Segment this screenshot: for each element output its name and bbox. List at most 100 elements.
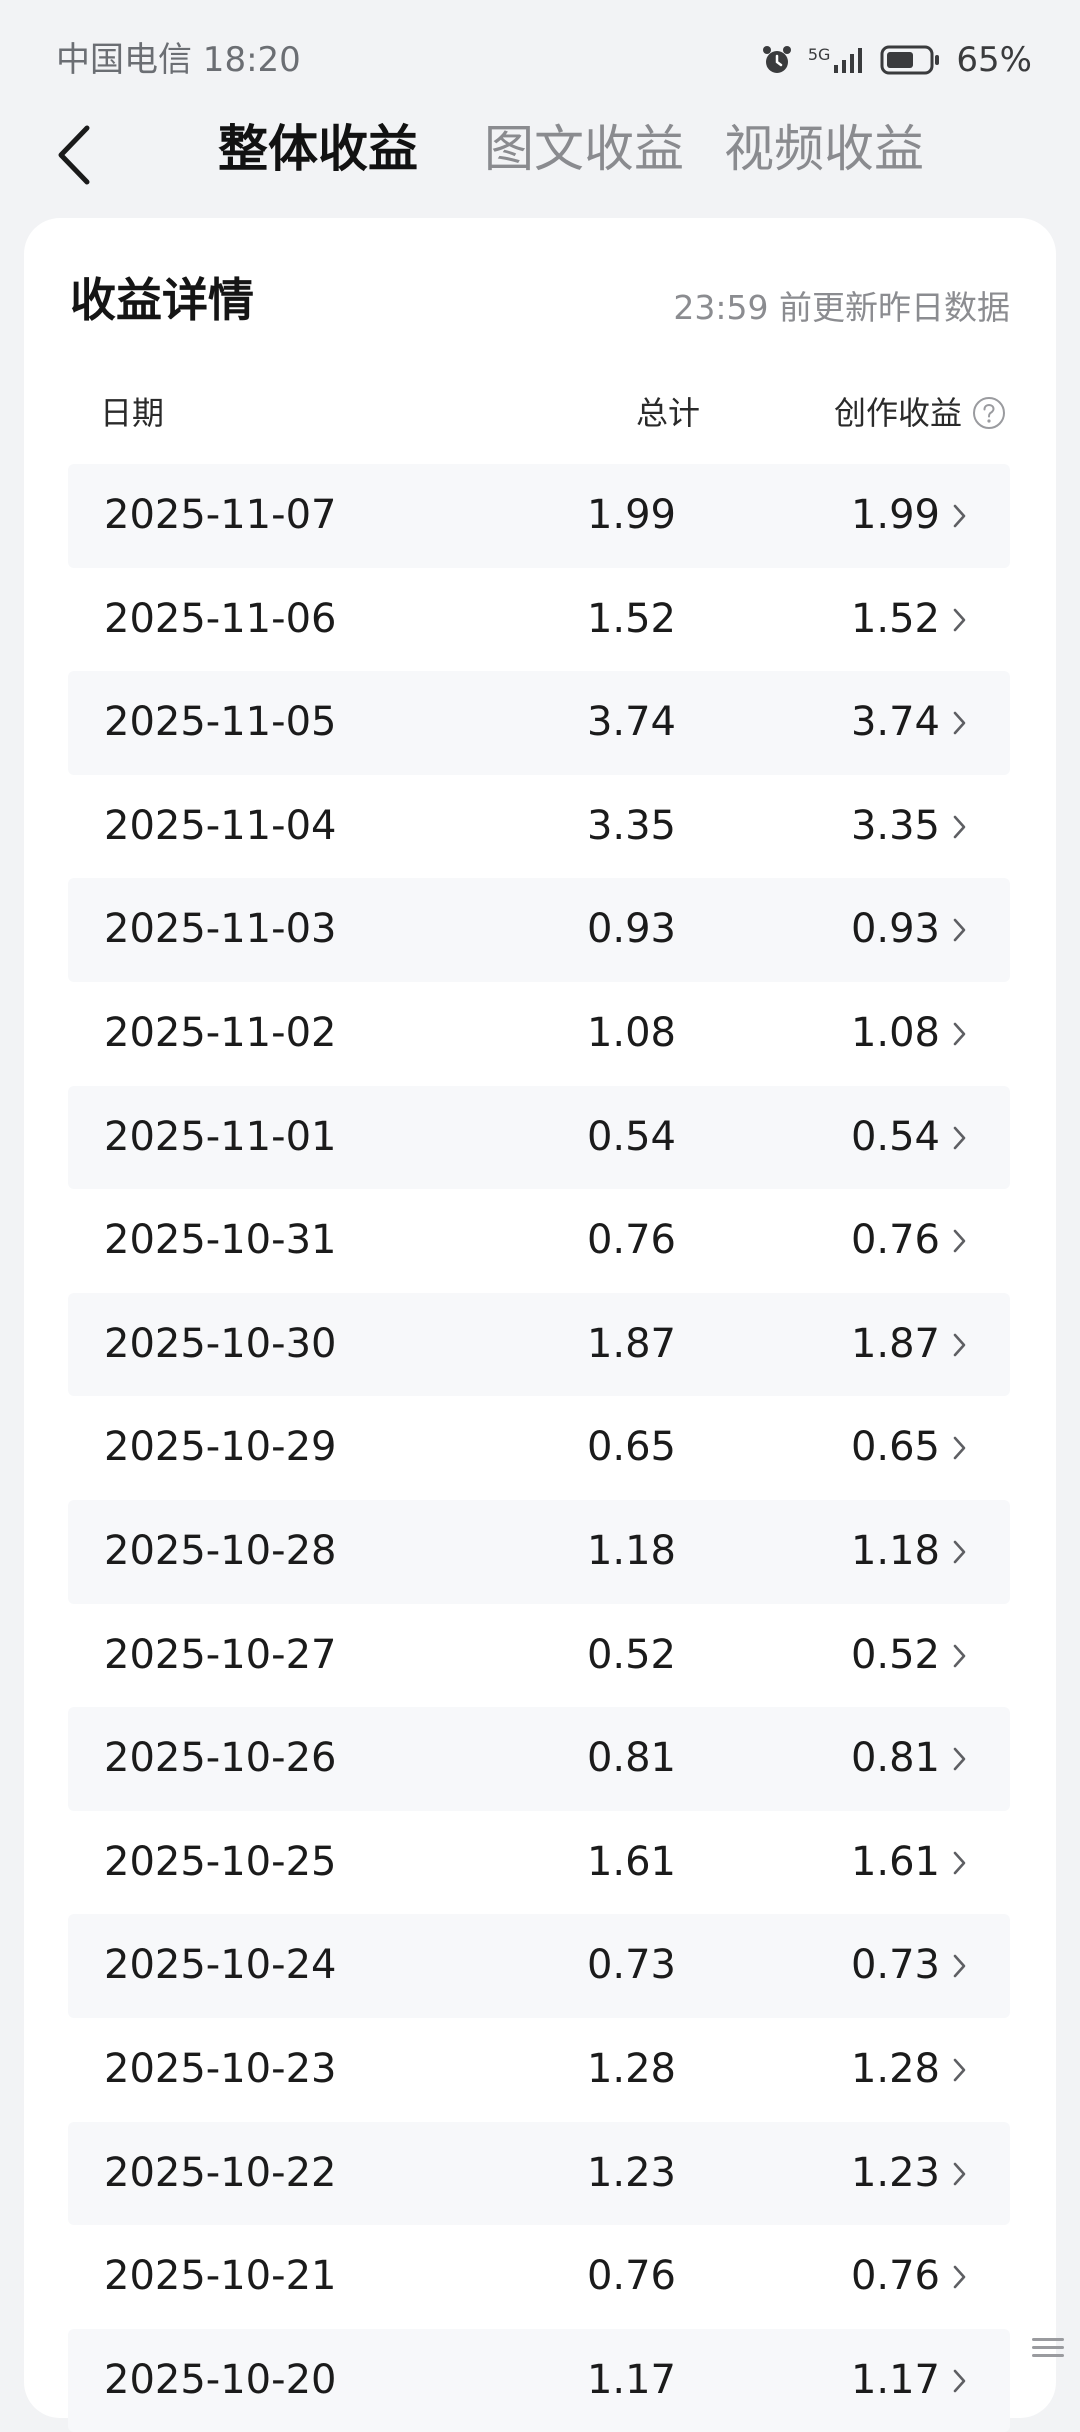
row-creation-earnings: 1.17 [850,2356,940,2403]
row-date: 2025-11-04 [104,802,337,849]
alarm-icon [760,43,794,77]
table-row[interactable]: 2025-11-03 0.93 0.93 [68,878,1010,982]
row-date: 2025-10-22 [104,2149,337,2196]
row-date: 2025-10-31 [104,1217,337,1264]
row-total: 0.93 [586,906,676,953]
column-header-creation: 创作收益 [834,388,1006,438]
table-row[interactable]: 2025-10-23 1.28 1.28 [68,2018,1010,2122]
update-note: 23:59 前更新昨日数据 [673,288,1010,327]
back-button[interactable] [38,120,108,190]
chevron-right-icon [953,504,966,528]
table-row[interactable]: 2025-10-22 1.23 1.23 [68,2121,1010,2226]
row-date: 2025-10-29 [104,1424,337,1471]
table-row[interactable]: 2025-11-02 1.08 1.08 [68,982,1010,1086]
row-creation-earnings: 1.18 [850,1527,940,1574]
table-row[interactable]: 2025-10-20 1.17 1.17 [68,2328,1010,2432]
row-total: 1.99 [586,492,676,538]
row-total: 0.81 [586,1735,676,1782]
table-row[interactable]: 2025-10-29 0.65 0.65 [68,1396,1010,1500]
table-row[interactable]: 2025-10-26 0.81 0.81 [68,1707,1010,1811]
header: 整体收益 图文收益 视频收益 [0,100,1080,210]
row-date: 2025-10-27 [104,1631,337,1678]
back-arrow-icon [58,125,90,185]
row-total: 0.54 [586,1113,676,1160]
table-row[interactable]: 2025-11-06 1.52 1.52 [68,568,1010,672]
row-creation-earnings: 0.76 [850,2253,940,2300]
column-header-date: 日期 [100,394,165,432]
row-total: 1.08 [586,1009,676,1056]
row-date: 2025-10-30 [104,1320,337,1367]
chevron-right-icon [953,1851,966,1875]
row-creation-earnings: 1.28 [850,2045,940,2092]
row-total: 0.76 [586,1217,676,1264]
row-total: 1.61 [586,1838,676,1885]
row-total: 1.52 [586,595,676,642]
battery-percent: 65% [956,40,1032,80]
row-date: 2025-10-28 [104,1527,337,1574]
column-header-creation-label: 创作收益 [833,394,962,432]
earnings-card: 收益详情 23:59 前更新昨日数据 日期 总计 创作收益 2025-11-07… [24,218,1056,2432]
table-row[interactable]: 2025-10-25 1.61 1.61 [68,1811,1010,1915]
row-creation-earnings: 0.73 [850,1942,940,1989]
row-creation-earnings: 1.08 [850,1009,940,1056]
row-creation-earnings: 0.81 [850,1735,940,1782]
table-row[interactable]: 2025-10-31 0.76 0.76 [68,1189,1010,1293]
network-type: 5G [807,45,831,64]
chevron-right-icon [953,1333,966,1357]
row-date: 2025-11-01 [104,1113,337,1160]
table-row[interactable]: 2025-10-30 1.87 1.87 [68,1292,1010,1397]
chevron-right-icon [953,1229,966,1253]
row-date: 2025-10-25 [104,1838,337,1885]
row-total: 1.17 [586,2356,676,2403]
chevron-right-icon [953,815,966,839]
chevron-right-icon [953,608,966,631]
table-row[interactable]: 2025-10-24 0.73 0.73 [68,1914,1010,2018]
table-row[interactable]: 2025-11-01 0.54 0.54 [68,1085,1010,1190]
chevron-right-icon [953,1126,966,1149]
chevron-right-icon [953,2058,966,2082]
row-date: 2025-10-26 [104,1735,337,1782]
row-date: 2025-10-23 [104,2045,337,2092]
chevron-right-icon [953,2162,966,2185]
table-row[interactable]: 2025-11-05 3.74 3.74 [68,671,1010,775]
chevron-right-icon [953,2369,966,2392]
chevron-right-icon [953,1437,966,1460]
row-creation-earnings: 1.52 [850,595,940,642]
row-creation-earnings: 1.61 [850,1838,940,1885]
table-row[interactable]: 2025-11-04 3.35 3.35 [68,775,1010,879]
help-icon[interactable] [972,396,1006,430]
table-row[interactable]: 2025-10-28 1.18 1.18 [68,1499,1010,1604]
tab-overall-earnings[interactable]: 整体收益 [218,114,418,184]
chevron-right-icon [953,919,966,942]
row-date: 2025-10-20 [104,2356,337,2403]
row-total: 3.74 [586,699,676,746]
row-creation-earnings: 0.93 [850,906,940,953]
row-total: 1.28 [586,2045,676,2092]
table-row[interactable]: 2025-10-27 0.52 0.52 [68,1604,1010,1708]
chevron-right-icon [953,1955,966,1978]
battery-icon [880,44,942,76]
chevron-right-icon [953,1022,966,1046]
row-creation-earnings: 0.76 [850,1217,940,1264]
tab-video-earnings[interactable]: 视频收益 [724,114,924,184]
row-date: 2025-10-21 [104,2253,337,2300]
signal-icon: 5G [808,45,867,75]
row-total: 0.65 [586,1424,676,1471]
column-header-total: 总计 [635,394,700,432]
row-total: 1.87 [586,1320,676,1367]
scroll-handle-icon[interactable] [1030,2336,1066,2360]
row-total: 3.35 [586,802,676,849]
row-total: 0.73 [586,1942,676,1989]
table-row[interactable]: 2025-11-07 1.99 1.99 [68,464,1010,568]
table-row[interactable]: 2025-10-21 0.76 0.76 [68,2225,1010,2329]
earnings-table: 2025-11-07 1.99 1.99 2025-11-06 1.52 1.52 2025… [68,464,1010,2432]
row-date: 2025-11-03 [104,906,337,953]
row-total: 1.23 [586,2149,676,2196]
row-creation-earnings: 1.87 [850,1320,940,1367]
row-date: 2025-11-07 [104,492,337,538]
status-icons: 5G 65% [760,36,1032,84]
row-creation-earnings: 3.35 [850,802,940,849]
row-date: 2025-11-05 [104,699,337,746]
row-creation-earnings: 0.54 [850,1113,940,1160]
tab-article-earnings[interactable]: 图文收益 [484,114,684,184]
